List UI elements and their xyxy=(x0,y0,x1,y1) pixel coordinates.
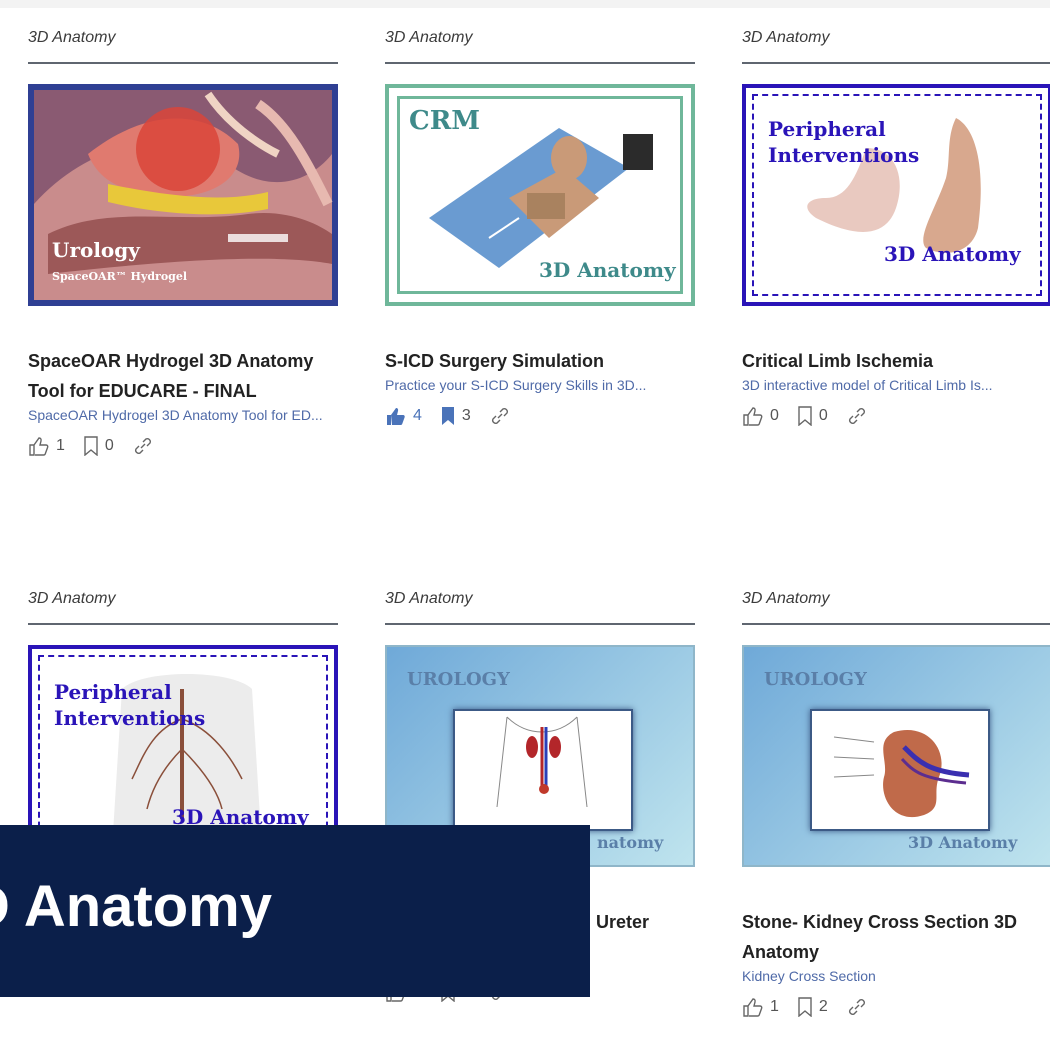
banner-title: D Anatomy xyxy=(0,874,272,939)
category-divider xyxy=(385,62,695,64)
resource-card-kidney[interactable]: 3D Anatomy UROLOGY 3D Anatomy Stone- Kid… xyxy=(742,587,1050,1018)
category-divider xyxy=(28,623,338,625)
card-description: Practice your S-ICD Surgery Skills in 3D… xyxy=(385,377,647,393)
thumb-title: Peripheral Interventions xyxy=(54,680,206,730)
link-icon[interactable] xyxy=(846,405,868,427)
category-divider xyxy=(28,62,338,64)
thumb-title: UROLOGY xyxy=(764,669,867,690)
bookmark-count: 0 xyxy=(104,437,114,454)
card-category: 3D Anatomy xyxy=(385,29,473,46)
card-title[interactable]: SpaceOAR Hydrogel 3D Anatomy Tool for ED… xyxy=(28,346,338,406)
thumb-title: Peripheral Interventions xyxy=(768,117,920,167)
bookmark-count: 2 xyxy=(818,998,828,1015)
resource-card-critical-limb[interactable]: 3D Anatomy Peripheral Interventions 3D A… xyxy=(742,26,1050,427)
resource-card-sicd[interactable]: 3D Anatomy CRM 3D Anatomy S-ICD Surgery … xyxy=(385,26,695,427)
thumbs-up-icon[interactable] xyxy=(742,406,764,426)
card-title[interactable]: S-ICD Surgery Simulation xyxy=(385,346,695,376)
thumbs-up-filled-icon[interactable] xyxy=(385,406,407,426)
category-divider xyxy=(742,623,1050,625)
card-stats: 1 0 xyxy=(28,435,338,457)
card-stats: 1 2 xyxy=(742,996,1050,1018)
thumb-title: Urology xyxy=(52,238,140,262)
card-category: 3D Anatomy xyxy=(742,29,830,46)
card-stats: 4 3 xyxy=(385,405,695,427)
card-stats: 0 0 xyxy=(742,405,1050,427)
card-category: 3D Anatomy xyxy=(385,590,473,607)
card-description: Kidney Cross Section xyxy=(742,968,876,984)
page-top-strip xyxy=(0,0,1050,8)
card-description: 3D interactive model of Critical Limb Is… xyxy=(742,377,993,393)
bookmark-count: 0 xyxy=(818,407,828,424)
link-icon[interactable] xyxy=(846,996,868,1018)
category-banner-overlay: D Anatomy xyxy=(0,825,590,997)
thumb-subtitle: SpaceOAR™ Hydrogel xyxy=(52,270,188,283)
card-thumbnail[interactable]: Urology SpaceOAR™ Hydrogel xyxy=(28,84,338,306)
card-thumbnail[interactable]: CRM 3D Anatomy xyxy=(385,84,695,306)
card-thumbnail[interactable]: Peripheral Interventions 3D Anatomy xyxy=(742,84,1050,306)
link-icon[interactable] xyxy=(132,435,154,457)
like-count: 0 xyxy=(770,407,779,424)
card-title[interactable]: Critical Limb Ischemia xyxy=(742,346,1050,376)
thumb-subtitle: 3D Anatomy xyxy=(884,242,1021,266)
thumb-subtitle: 3D Anatomy xyxy=(539,258,676,282)
thumbs-up-icon[interactable] xyxy=(742,997,764,1017)
bookmark-icon[interactable] xyxy=(797,997,813,1017)
thumb-subtitle: natomy xyxy=(597,833,664,852)
bookmark-icon[interactable] xyxy=(797,406,813,426)
category-divider xyxy=(385,623,695,625)
thumb-title: CRM xyxy=(409,106,481,136)
like-count: 4 xyxy=(413,407,422,424)
resource-card-spaceoar[interactable]: 3D Anatomy Urology SpaceOAR™ Hydrogel Sp… xyxy=(28,26,338,457)
category-divider xyxy=(742,62,1050,64)
thumb-title: UROLOGY xyxy=(407,669,510,690)
card-category: 3D Anatomy xyxy=(28,590,116,607)
bookmark-count: 3 xyxy=(461,407,471,424)
like-count: 1 xyxy=(56,437,65,454)
card-description: SpaceOAR Hydrogel 3D Anatomy Tool for ED… xyxy=(28,407,323,423)
card-category: 3D Anatomy xyxy=(742,590,830,607)
bookmark-filled-icon[interactable] xyxy=(440,406,456,426)
card-title[interactable]: Stone- Kidney Cross Section 3D Anatomy xyxy=(742,907,1050,967)
thumb-subtitle: 3D Anatomy xyxy=(908,833,1018,852)
like-count: 1 xyxy=(770,998,779,1015)
bookmark-icon[interactable] xyxy=(83,436,99,456)
card-thumbnail[interactable]: UROLOGY 3D Anatomy xyxy=(742,645,1050,867)
card-category: 3D Anatomy xyxy=(28,29,116,46)
link-icon[interactable] xyxy=(489,405,511,427)
thumbs-up-icon[interactable] xyxy=(28,436,50,456)
